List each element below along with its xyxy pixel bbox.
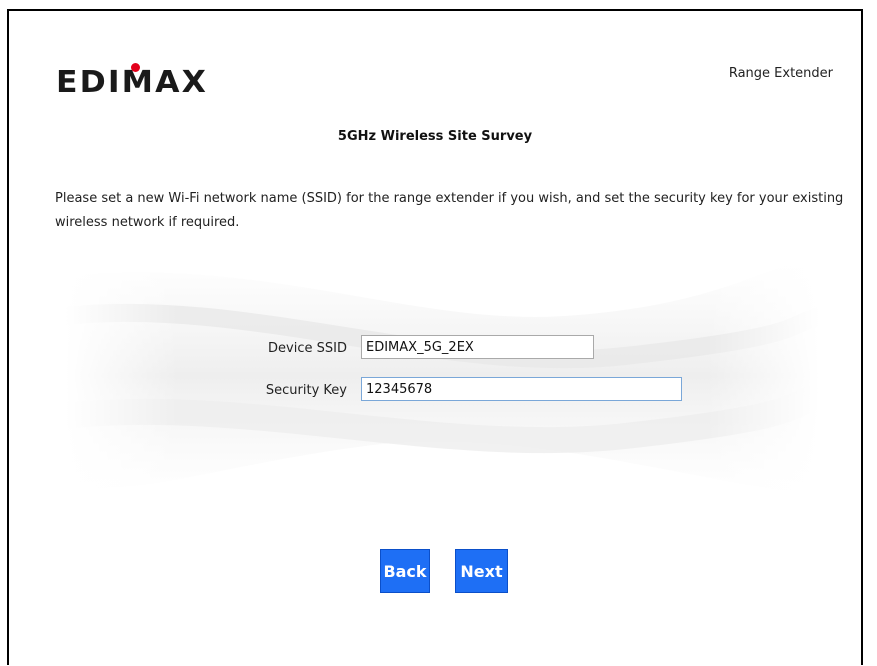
logo-red-dot — [131, 63, 140, 72]
product-name: Range Extender — [728, 66, 833, 81]
back-button[interactable]: Back — [380, 549, 430, 593]
device-ssid-input[interactable] — [361, 335, 594, 359]
background-swoosh — [65, 256, 820, 496]
device-ssid-label: Device SSID — [268, 341, 347, 356]
instructions-text: Please set a new Wi-Fi network name (SSI… — [55, 191, 844, 230]
security-key-input[interactable] — [361, 377, 682, 401]
wizard-frame: EDIMAX Range Extender 5GHz Wireless Site… — [7, 9, 863, 665]
next-button[interactable]: Next — [455, 549, 508, 593]
page-title: 5GHz Wireless Site Survey — [337, 129, 533, 144]
edimax-logo: EDIMAX — [56, 63, 236, 103]
security-key-label: Security Key — [265, 383, 347, 398]
